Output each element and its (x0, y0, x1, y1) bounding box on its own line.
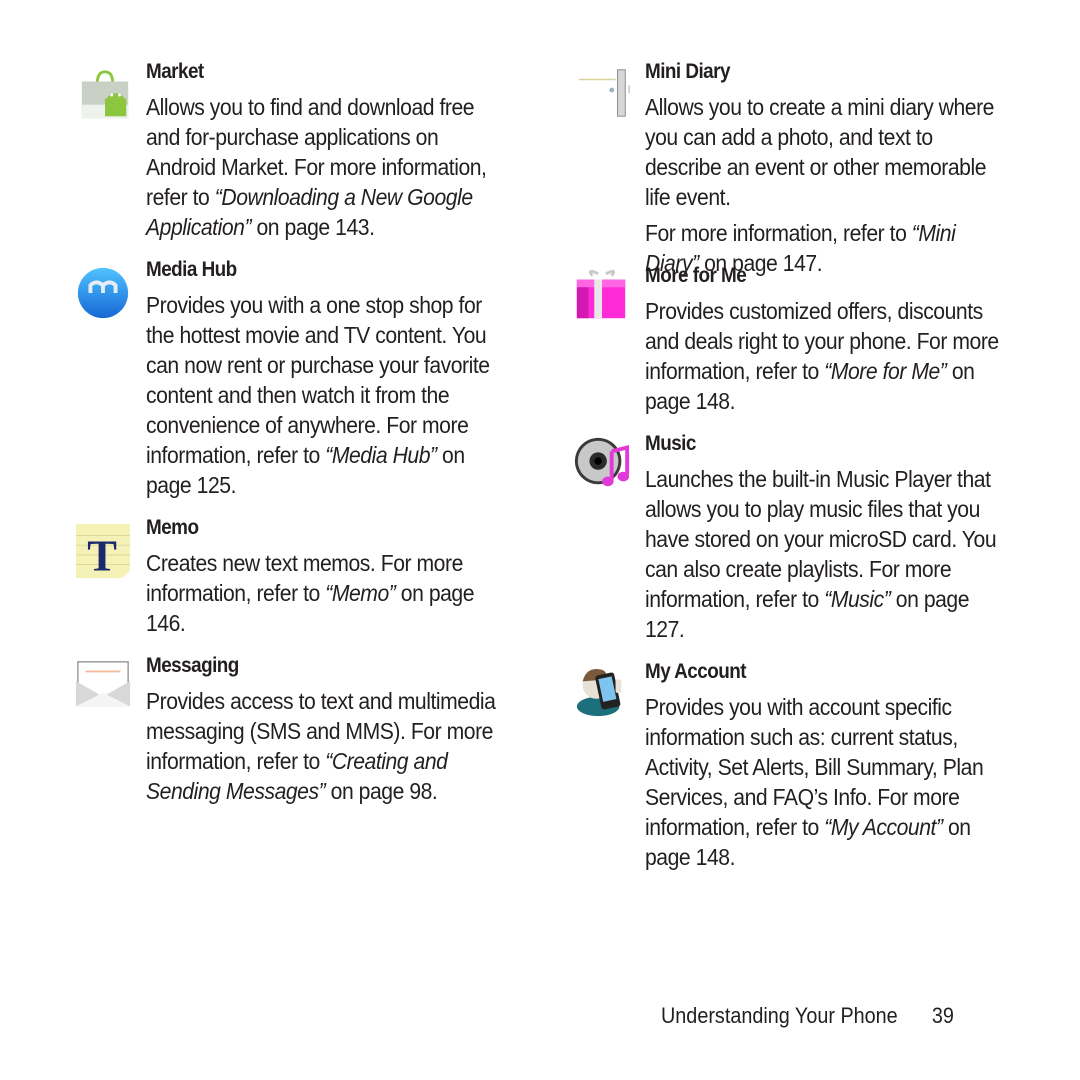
entry-market: Market Allows you to find and download f… (81, 58, 516, 242)
entry-title: Market (146, 60, 204, 83)
gift-box-icon (576, 269, 626, 319)
page-number: 39 (931, 1003, 954, 1028)
entry-description: Provides you with account specific infor… (645, 694, 984, 870)
page-footer: Understanding Your Phone 39 (661, 1003, 954, 1029)
entry-title: Messaging (146, 654, 239, 677)
entry-memo: T Memo Creates new text memos. For more … (75, 514, 516, 638)
entry-description: Allows you to create a mini diary where … (645, 94, 994, 210)
entry-media-hub: Media Hub Provides you with a one stop s… (77, 256, 516, 500)
footer-section-title: Understanding Your Phone (661, 1003, 898, 1028)
market-bag-icon (81, 70, 129, 119)
entry-title: My Account (645, 660, 747, 683)
entry-my-account: My Account Provides you with account spe… (576, 658, 1015, 872)
entry-title: Memo (146, 516, 199, 539)
memo-icon: T (75, 523, 131, 580)
mini-diary-icon (578, 69, 630, 117)
media-hub-icon (77, 267, 129, 319)
svg-text:T: T (87, 530, 117, 580)
entry-title: Media Hub (146, 258, 237, 281)
cross-reference-link[interactable]: “Music” (824, 586, 891, 612)
entry-messaging: Messaging Provides access to text and mu… (75, 652, 516, 806)
entry-description: Provides customized offers, discounts an… (645, 298, 999, 414)
music-disc-icon (574, 437, 630, 487)
entry-mini-diary: Mini Diary Allows you to create a mini d… (578, 58, 1015, 278)
cross-reference-link[interactable]: “Memo” (325, 580, 396, 606)
messaging-envelope-icon (75, 661, 131, 707)
entry-description: Creates new text memos. For more informa… (146, 550, 475, 636)
entry-title: More for Me (645, 264, 747, 287)
entry-title: Music (645, 432, 696, 455)
cross-reference-link[interactable]: “More for Me” (824, 358, 947, 384)
entry-more-for-me: More for Me Provides customized offers, … (576, 262, 1015, 416)
cross-reference-link[interactable]: “Media Hub” (325, 442, 437, 468)
entry-description: Provides access to text and multimedia m… (146, 688, 496, 804)
entry-title: Mini Diary (645, 60, 730, 83)
entry-description: Launches the built-in Music Player that … (645, 466, 997, 642)
entry-description: Allows you to find and download free and… (146, 94, 487, 240)
entry-description: Provides you with a one stop shop for th… (146, 292, 490, 498)
my-account-icon (576, 668, 622, 717)
cross-reference-link[interactable]: “My Account” (824, 814, 943, 840)
entry-music: Music Launches the built-in Music Player… (574, 430, 1015, 644)
